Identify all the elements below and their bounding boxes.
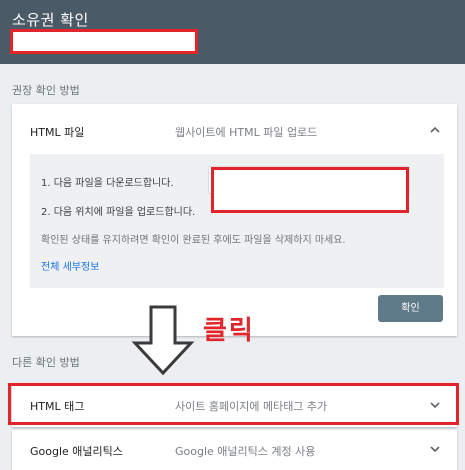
google-analytics-description: Google 애널리틱스 계정 사용 <box>175 445 316 458</box>
step-upload: 2. 다음 위치에 파일을 업로드합니다. <box>41 207 196 218</box>
full-details-link[interactable]: 전체 세부정보 <box>41 258 99 273</box>
google-analytics-card[interactable]: Google 애널리틱스 Google 애널리틱스 계정 사용 <box>12 430 457 470</box>
redacted-site-url <box>10 29 198 54</box>
down-arrow-annotation <box>131 305 195 376</box>
keep-file-note: 확인된 상태를 유지하려면 확인이 완료된 후에도 파일을 삭제하지 마세요. <box>41 235 346 246</box>
html-file-card: HTML 파일 웹사이트에 HTML 파일 업로드 1. 다음 파일을 다운로드… <box>12 104 457 336</box>
section-label-other: 다른 확인 방법 <box>12 356 80 369</box>
page-title: 소유권 확인 <box>12 11 89 29</box>
redacted-file-name <box>211 167 409 213</box>
chevron-up-icon[interactable] <box>429 124 441 136</box>
html-file-row[interactable]: HTML 파일 웹사이트에 HTML 파일 업로드 <box>12 104 457 154</box>
confirm-button[interactable]: 확인 <box>378 295 443 322</box>
html-tag-highlight <box>8 383 459 425</box>
html-file-description: 웹사이트에 HTML 파일 업로드 <box>175 126 318 139</box>
html-file-title: HTML 파일 <box>30 126 85 139</box>
section-label-recommended: 권장 확인 방법 <box>12 84 80 97</box>
google-analytics-title: Google 애널리틱스 <box>30 445 123 458</box>
header-bar: 소유권 확인 <box>0 0 465 64</box>
chevron-down-icon[interactable] <box>429 443 441 455</box>
click-annotation: 클릭 <box>203 316 255 346</box>
step-download: 1. 다음 파일을 다운로드합니다. <box>41 178 174 189</box>
